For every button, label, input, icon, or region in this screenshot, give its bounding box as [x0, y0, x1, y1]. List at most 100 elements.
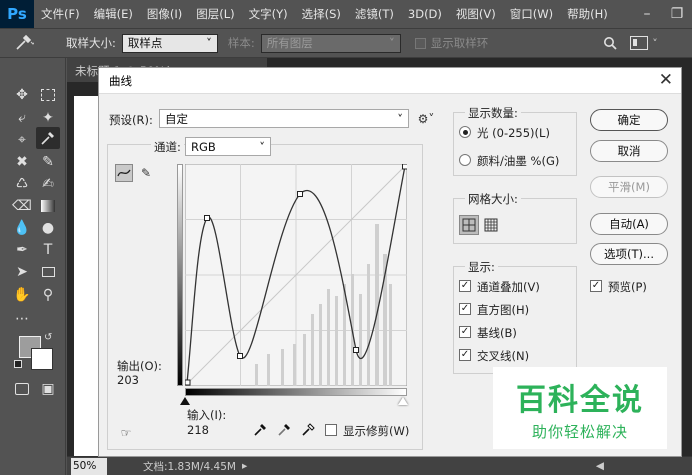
sample-value: 所有图层 [266, 36, 313, 50]
target-adjustment-icon[interactable]: ☞ [117, 424, 135, 442]
pencil-mode-icon[interactable]: ✎ [137, 164, 155, 182]
workspace-icon[interactable] [630, 36, 649, 50]
pen-tool-icon[interactable]: ✒ [10, 239, 34, 261]
black-eyedropper-icon[interactable] [251, 421, 269, 439]
background-color-swatch[interactable] [31, 348, 53, 370]
menu-type[interactable]: 文字(Y) [242, 6, 295, 22]
menu-window[interactable]: 窗口(W) [503, 6, 560, 22]
gradient-tool-icon[interactable] [36, 195, 60, 217]
output-gradient-bar [177, 164, 183, 386]
eyedropper-tool-preset-icon[interactable] [14, 34, 40, 52]
show-ring-checkbox[interactable] [414, 37, 426, 49]
menu-select[interactable]: 选择(S) [295, 6, 348, 22]
zoom-field[interactable]: 50% [71, 457, 107, 475]
intersection-line-checkbox[interactable]: ✓ [459, 349, 471, 361]
preset-select[interactable]: 自定 ˅ [159, 109, 409, 128]
chevron-down-icon: ˅ [259, 139, 265, 154]
minimize-icon[interactable]: – [632, 0, 662, 28]
stamp-tool-icon[interactable]: ♺ [10, 173, 34, 195]
menu-layer[interactable]: 图层(L) [189, 6, 241, 22]
magic-wand-tool-icon[interactable]: ✦ [36, 107, 60, 129]
sample-size-label: 取样大小: [66, 36, 116, 50]
menu-help[interactable]: 帮助(H) [560, 6, 615, 22]
menu-edit[interactable]: 编辑(E) [87, 6, 140, 22]
swap-colors-icon[interactable]: ↺ [44, 332, 52, 343]
preset-value: 自定 [165, 111, 188, 126]
white-eyedropper-icon[interactable] [299, 421, 317, 439]
screen-mode-icon[interactable]: ▣ [36, 378, 60, 400]
eyedropper-tool-icon[interactable] [36, 127, 60, 149]
move-tool-icon[interactable]: ✥ [10, 84, 34, 106]
more-tools-icon[interactable]: ⋯ [10, 308, 34, 330]
sample-size-value: 取样点 [127, 36, 163, 50]
history-brush-tool-icon[interactable]: ✍ [36, 173, 60, 195]
eraser-tool-icon[interactable]: ⌫ [10, 195, 34, 217]
light-radio[interactable] [459, 126, 471, 138]
show-clipping-checkbox[interactable] [325, 424, 337, 436]
curve-graph[interactable] [185, 164, 407, 386]
blur-tool-icon[interactable]: 💧 [10, 217, 34, 239]
input-label: 输入(I): [187, 408, 227, 422]
menu-file[interactable]: 文件(F) [34, 6, 87, 22]
intersection-line-label: 交叉线(N) [477, 349, 530, 363]
menu-view[interactable]: 视图(V) [449, 6, 503, 22]
smooth-button[interactable]: 平滑(M) [590, 176, 668, 198]
preview-label: 预览(P) [608, 280, 647, 294]
scroll-left-icon[interactable]: ◀ [596, 460, 604, 472]
healing-brush-tool-icon[interactable]: ✖ [10, 151, 34, 173]
channel-overlay-checkbox[interactable]: ✓ [459, 280, 471, 292]
baseline-checkbox[interactable]: ✓ [459, 326, 471, 338]
doc-info: 文档:1.83M/4.45M [143, 460, 236, 473]
chevron-down-icon[interactable]: ˅ [652, 37, 658, 50]
zoom-tool-icon[interactable]: ⚲ [36, 284, 60, 306]
show-clipping-label: 显示修剪(W) [343, 424, 410, 438]
status-arrow-icon[interactable]: ▸ [242, 460, 247, 472]
black-point-slider[interactable] [180, 397, 190, 405]
lasso-tool-icon[interactable]: ⤶ [10, 107, 34, 129]
hand-tool-icon[interactable]: ✋ [10, 284, 34, 306]
detailed-grid-icon[interactable] [481, 215, 501, 235]
photoshop-logo: Ps [0, 0, 34, 28]
menu-image[interactable]: 图像(I) [140, 6, 189, 22]
shape-tool-icon[interactable] [36, 261, 60, 283]
channel-select[interactable]: RGB ˅ [185, 137, 271, 156]
menu-3d[interactable]: 3D(D) [401, 7, 449, 21]
preset-gear-icon[interactable]: ⚙˅ [417, 110, 435, 128]
sample-select[interactable]: 所有图层 ˅ [260, 33, 401, 53]
type-tool-icon[interactable]: T [36, 239, 60, 261]
output-value[interactable]: 203 [117, 373, 139, 387]
preview-checkbox[interactable]: ✓ [590, 280, 602, 292]
search-icon[interactable] [600, 33, 620, 53]
quick-mask-icon[interactable] [10, 378, 34, 400]
auto-button[interactable]: 自动(A) [590, 213, 668, 235]
dialog-title: 曲线 [109, 73, 132, 88]
simple-grid-icon[interactable] [459, 215, 479, 235]
show-ring-label: 显示取样环 [430, 36, 489, 50]
crop-tool-icon[interactable]: ⌖ [10, 129, 34, 151]
dodge-tool-icon[interactable]: ● [36, 217, 60, 239]
marquee-tool-icon[interactable] [36, 84, 60, 106]
dialog-titlebar: 曲线 ✕ [99, 68, 681, 94]
sample-size-select[interactable]: 取样点 ˅ [121, 33, 218, 53]
path-selection-tool-icon[interactable]: ➤ [10, 261, 34, 283]
curve-point-mode-icon[interactable] [115, 164, 133, 182]
white-point-slider[interactable] [398, 397, 408, 405]
cancel-button[interactable]: 取消 [590, 140, 668, 162]
watermark: 百科全说 助你轻松解决 [493, 367, 667, 449]
input-gradient-bar [185, 388, 407, 396]
restore-icon[interactable]: ❐ [662, 0, 692, 28]
close-icon[interactable]: ✕ [659, 70, 673, 90]
pigment-radio[interactable] [459, 154, 471, 166]
gray-eyedropper-icon[interactable] [275, 421, 293, 439]
brush-tool-icon[interactable]: ✎ [36, 151, 60, 173]
options-button[interactable]: 选项(T)... [590, 243, 668, 265]
input-value[interactable]: 218 [187, 423, 209, 437]
default-colors-icon[interactable] [14, 360, 22, 368]
output-label: 输出(O): [117, 359, 162, 373]
show-amount-title: 显示数量: [465, 105, 521, 121]
histogram-checkbox[interactable]: ✓ [459, 303, 471, 315]
channel-overlay-label: 通道叠加(V) [477, 280, 540, 294]
histogram-label: 直方图(H) [477, 303, 530, 317]
menu-filter[interactable]: 滤镜(T) [348, 6, 401, 22]
ok-button[interactable]: 确定 [590, 109, 668, 131]
